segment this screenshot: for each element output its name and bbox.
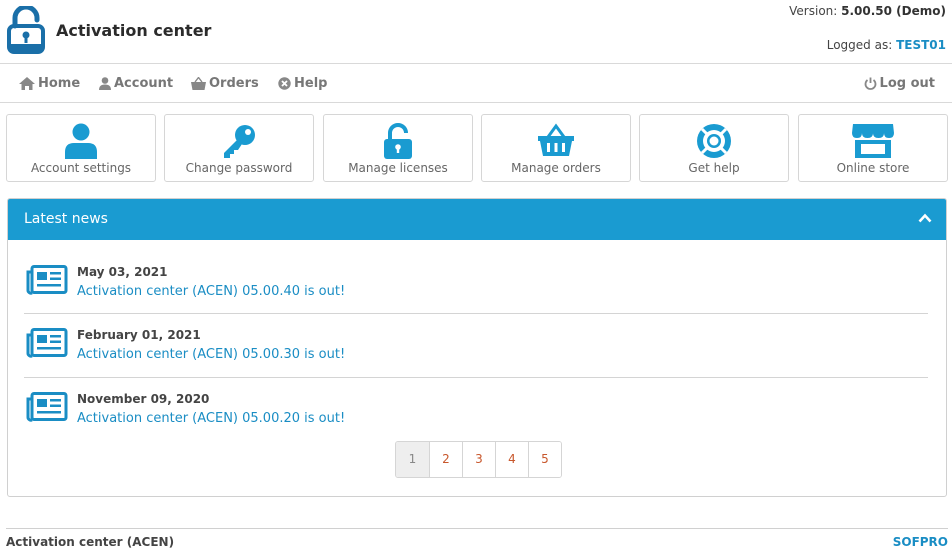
tile-manage-orders[interactable]: Manage orders <box>481 114 631 182</box>
chevron-up-icon[interactable] <box>918 213 932 223</box>
nav-orders-label: Orders <box>209 76 259 91</box>
user-icon <box>65 123 97 159</box>
newspaper-icon <box>26 328 68 358</box>
version-info: Version: 5.00.50 (Demo) <box>789 4 946 18</box>
help-circle-icon <box>278 77 291 90</box>
news-date: February 01, 2021 <box>77 328 201 342</box>
page-link-5[interactable]: 5 <box>528 442 561 477</box>
logged-label: Logged as: <box>826 38 893 52</box>
page-link-4[interactable]: 4 <box>495 442 528 477</box>
news-date: November 09, 2020 <box>77 392 210 406</box>
power-icon <box>864 77 876 90</box>
version-value: 5.00.50 (Demo) <box>841 4 946 18</box>
newspaper-icon <box>26 392 68 422</box>
nav-bar: Home Account Orders Help Log out <box>0 65 952 103</box>
news-item: February 01, 2021 Activation center (ACE… <box>24 328 928 392</box>
tile-label: Get help <box>688 161 740 175</box>
basket-icon <box>538 123 574 156</box>
tile-label: Manage orders <box>511 161 601 175</box>
logged-user: TEST01 <box>896 38 946 52</box>
tile-label: Manage licenses <box>348 161 448 175</box>
quick-tiles: Account settings Change password Manage … <box>6 114 948 182</box>
basket-icon <box>191 77 206 90</box>
logged-info: Logged as: TEST01 <box>827 38 946 52</box>
home-icon <box>19 77 35 90</box>
nav-help[interactable]: Help <box>278 76 327 91</box>
news-link[interactable]: Activation center (ACEN) 05.00.30 is out… <box>77 347 345 362</box>
nav-help-label: Help <box>294 76 328 91</box>
news-divider <box>24 313 928 314</box>
newspaper-icon <box>26 265 68 295</box>
header: Activation center Version: 5.00.50 (Demo… <box>0 0 952 64</box>
tile-label: Account settings <box>30 161 132 175</box>
news-title: Latest news <box>24 211 108 227</box>
page-link-3[interactable]: 3 <box>462 442 495 477</box>
news-item: May 03, 2021 Activation center (ACEN) 05… <box>24 265 928 329</box>
tile-label: Change password <box>185 161 293 175</box>
user-icon <box>99 77 111 90</box>
news-date: May 03, 2021 <box>77 265 168 279</box>
unlock-icon <box>384 123 412 159</box>
nav-orders[interactable]: Orders <box>191 76 259 91</box>
page-link-2[interactable]: 2 <box>429 442 462 477</box>
tile-manage-licenses[interactable]: Manage licenses <box>323 114 473 182</box>
nav-account[interactable]: Account <box>99 76 173 91</box>
news-pagination: 1 2 3 4 5 <box>395 441 562 478</box>
footer-app-name: Activation center (ACEN) <box>6 535 175 549</box>
key-icon <box>224 125 255 158</box>
news-link[interactable]: Activation center (ACEN) 05.00.40 is out… <box>77 284 345 299</box>
nav-home-label: Home <box>38 76 81 91</box>
news-panel: Latest news May 03, 2021 Activation cent… <box>7 198 947 497</box>
version-label: Version: <box>789 4 838 18</box>
lifebuoy-icon <box>697 124 731 158</box>
page-link-1[interactable]: 1 <box>396 442 429 477</box>
tile-label: Online store <box>836 161 910 175</box>
footer-vendor-link[interactable]: SOFPRO <box>893 535 948 549</box>
news-divider <box>24 377 928 378</box>
footer: Activation center (ACEN) SOFPRO <box>6 528 948 554</box>
store-icon <box>852 124 894 158</box>
nav-logout-label: Log out <box>879 76 935 91</box>
nav-account-label: Account <box>114 76 174 91</box>
nav-logout[interactable]: Log out <box>864 76 935 91</box>
news-link[interactable]: Activation center (ACEN) 05.00.20 is out… <box>77 411 345 426</box>
news-panel-header: Latest news <box>8 199 946 240</box>
tile-get-help[interactable]: Get help <box>639 114 789 182</box>
tile-account-settings[interactable]: Account settings <box>6 114 156 182</box>
lock-logo-icon <box>7 6 45 54</box>
tile-online-store[interactable]: Online store <box>798 114 948 182</box>
tile-change-password[interactable]: Change password <box>164 114 314 182</box>
app-title: Activation center <box>56 21 212 40</box>
nav-home[interactable]: Home <box>19 76 80 91</box>
